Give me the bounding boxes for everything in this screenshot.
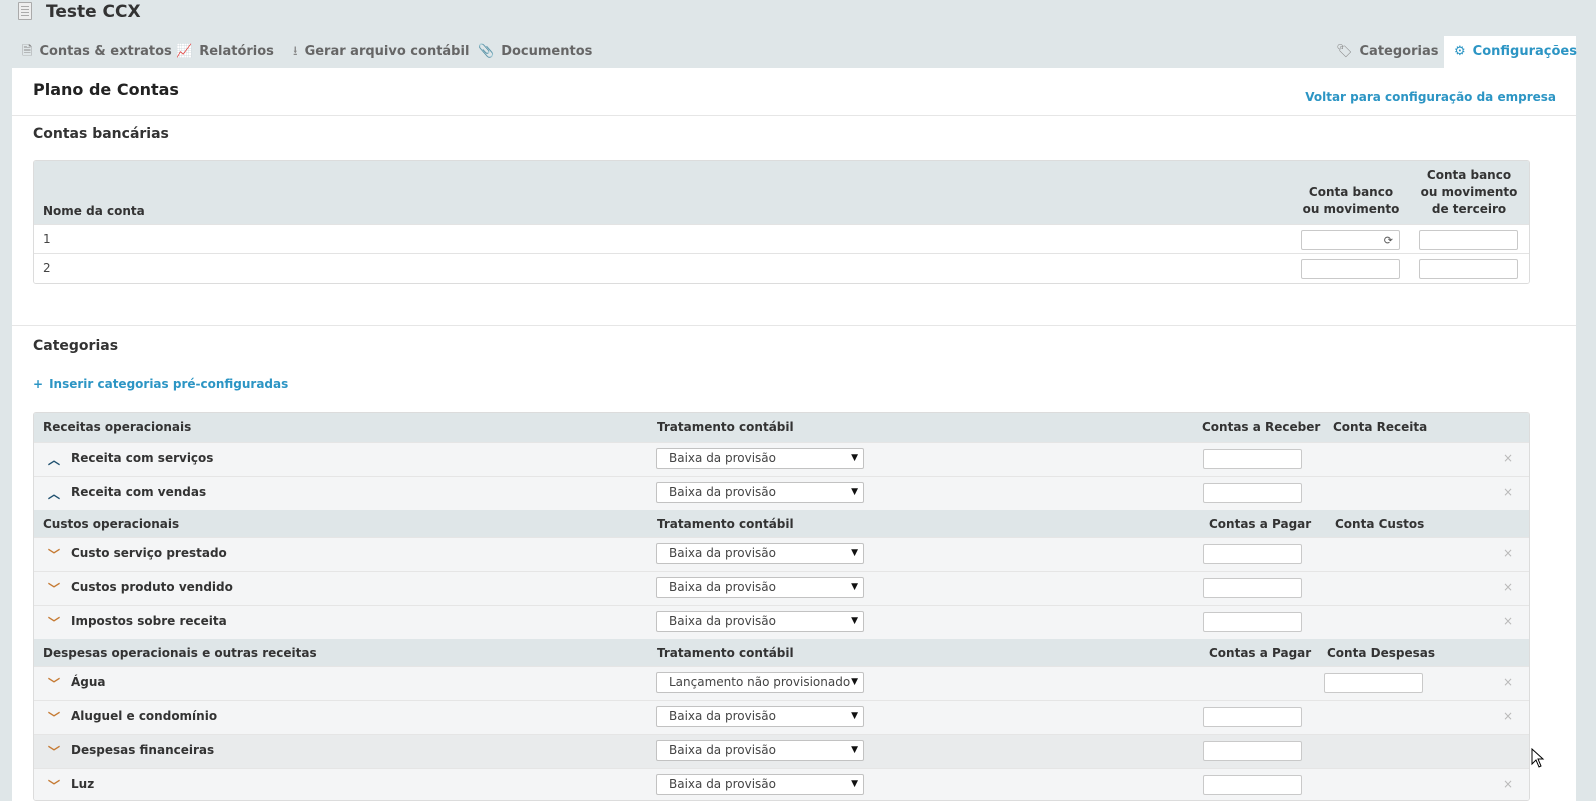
table-header: Nome da conta Conta banco ou movimento C… (34, 161, 1529, 224)
table-row: ﹀ Custos produto vendido Baixa da provis… (34, 571, 1529, 605)
divider (12, 115, 1576, 116)
treatment-select[interactable]: Baixa da provisão ▼ (656, 706, 864, 727)
remove-icon[interactable]: × (1503, 546, 1513, 560)
chevron-down-icon[interactable]: ﹀ (48, 546, 60, 563)
group-header-despesas: Despesas operacionais e outras receitas … (34, 639, 1529, 668)
page-title: Plano de Contas (33, 80, 179, 99)
remove-icon[interactable]: × (1503, 485, 1513, 499)
caret-down-icon: ▼ (851, 453, 858, 463)
building-icon (18, 2, 32, 20)
treatment-select[interactable]: Baixa da provisão ▼ (656, 577, 864, 598)
tab-contas-extratos[interactable]: 🗎 Contas & extratos (12, 36, 182, 68)
divider (12, 325, 1576, 326)
remove-icon[interactable]: × (1503, 777, 1513, 791)
col-nome-da-conta: Nome da conta (43, 204, 145, 218)
content-card: Plano de Contas Voltar para configuração… (12, 68, 1576, 801)
tab-gerar-arquivo[interactable]: ⭳ Gerar arquivo contábil (283, 36, 479, 68)
categories-table: Receitas operacionais Tratamento contábi… (33, 412, 1530, 801)
treatment-select[interactable]: Baixa da provisão ▼ (656, 740, 864, 761)
chevron-down-icon[interactable]: ﹀ (48, 614, 60, 631)
back-to-company-config-link[interactable]: Voltar para configuração da empresa (1305, 90, 1556, 104)
tab-documentos[interactable]: 📎 Documentos (468, 36, 602, 68)
accounts-payable-input[interactable] (1203, 578, 1302, 598)
treatment-select[interactable]: Baixa da provisão ▼ (656, 611, 864, 632)
chevron-up-icon[interactable]: ︿ (48, 485, 60, 502)
treatment-select[interactable]: Lançamento não provisionado ▼ (656, 672, 864, 693)
third-party-account-input[interactable] (1419, 230, 1518, 250)
loading-spinner-icon: ⟳ (1383, 234, 1393, 247)
group-header-receitas: Receitas operacionais Tratamento contábi… (34, 413, 1529, 442)
treatment-select[interactable]: Baixa da provisão ▼ (656, 774, 864, 795)
caret-down-icon: ▼ (851, 548, 858, 558)
chevron-down-icon[interactable]: ﹀ (48, 675, 60, 692)
chevron-down-icon[interactable]: ﹀ (48, 743, 60, 760)
paperclip-icon: 📎 (478, 44, 495, 59)
tab-relatorios[interactable]: 📈 Relatórios (166, 36, 284, 68)
main-tabs: 🗎 Contas & extratos 📈 Relatórios ⭳ Gerar ar… (0, 36, 1596, 68)
insert-preconfigured-categories-link[interactable]: + Inserir categorias pré-configuradas (33, 377, 288, 391)
caret-down-icon: ▼ (851, 487, 858, 497)
chevron-down-icon[interactable]: ﹀ (48, 709, 60, 726)
table-row: ﹀ Luz Baixa da provisão ▼ × (34, 768, 1529, 800)
caret-down-icon: ▼ (851, 616, 858, 626)
col-conta-banco: Conta banco ou movimento (1302, 185, 1400, 216)
caret-down-icon: ▼ (851, 711, 858, 721)
accounts-payable-input[interactable] (1203, 612, 1302, 632)
caret-down-icon: ▼ (851, 677, 858, 687)
third-party-account-input[interactable] (1419, 259, 1518, 279)
bank-accounts-table: Nome da conta Conta banco ou movimento C… (33, 160, 1530, 284)
accounts-payable-input[interactable] (1203, 741, 1302, 761)
caret-down-icon: ▼ (851, 745, 858, 755)
remove-icon[interactable]: × (1503, 580, 1513, 594)
table-row: ﹀ Água Lançamento não provisionado ▼ × (34, 666, 1529, 700)
chevron-up-icon[interactable]: ︿ (48, 451, 60, 468)
chevron-down-icon[interactable]: ﹀ (48, 777, 60, 794)
bank-account-input[interactable]: ⟳ (1301, 230, 1400, 250)
top-bar: Teste CCX (0, 0, 1596, 28)
remove-icon[interactable]: × (1503, 709, 1513, 723)
document-icon: 🗎 (22, 44, 33, 59)
treatment-select[interactable]: Baixa da provisão ▼ (656, 543, 864, 564)
tags-icon: 🏷 (1336, 44, 1353, 59)
chevron-down-icon[interactable]: ﹀ (48, 580, 60, 597)
table-row: 1 ⟳ (34, 224, 1529, 254)
account-name: 1 (43, 232, 51, 246)
gear-icon: ⚙ (1454, 44, 1466, 59)
tab-configuracoes[interactable]: ⚙ Configurações (1444, 36, 1577, 68)
company-title: Teste CCX (46, 2, 141, 22)
accounts-payable-input[interactable] (1203, 544, 1302, 564)
treatment-select[interactable]: Baixa da provisão ▼ (656, 482, 864, 503)
plus-icon: + (33, 377, 44, 391)
mouse-cursor-icon (1531, 748, 1545, 768)
accounts-payable-input[interactable] (1203, 707, 1302, 727)
caret-down-icon: ▼ (851, 582, 858, 592)
tab-categorias[interactable]: 🏷 Categorias (1326, 36, 1448, 68)
download-icon: ⭳ (293, 44, 298, 59)
categories-title: Categorias (33, 338, 119, 354)
expense-account-input[interactable] (1324, 673, 1423, 693)
bank-accounts-title: Contas bancárias (33, 126, 169, 142)
treatment-select[interactable]: Baixa da provisão ▼ (656, 448, 864, 469)
table-row: ﹀ Custo serviço prestado Baixa da provis… (34, 537, 1529, 571)
caret-down-icon: ▼ (851, 779, 858, 789)
group-header-custos: Custos operacionais Tratamento contábil … (34, 510, 1529, 539)
chart-line-icon: 📈 (176, 44, 193, 59)
table-row: ︿ Receita com serviços Baixa da provisão… (34, 442, 1529, 476)
accounts-receivable-input[interactable] (1203, 483, 1302, 503)
accounts-payable-input[interactable] (1203, 775, 1302, 795)
remove-icon[interactable]: × (1503, 614, 1513, 628)
table-row: ﹀ Aluguel e condomínio Baixa da provisão… (34, 700, 1529, 734)
account-name: 2 (43, 261, 51, 275)
col-conta-terceiro: Conta banco ou movimento de terceiro (1420, 168, 1518, 216)
table-row: ﹀ Despesas financeiras Baixa da provisão… (34, 734, 1529, 768)
remove-icon[interactable]: × (1503, 675, 1513, 689)
bank-account-input[interactable] (1301, 259, 1400, 279)
table-row: 2 (34, 253, 1529, 283)
table-row: ﹀ Impostos sobre receita Baixa da provis… (34, 605, 1529, 639)
table-row: ︿ Receita com vendas Baixa da provisão ▼ … (34, 476, 1529, 510)
remove-icon[interactable]: × (1503, 451, 1513, 465)
accounts-receivable-input[interactable] (1203, 449, 1302, 469)
